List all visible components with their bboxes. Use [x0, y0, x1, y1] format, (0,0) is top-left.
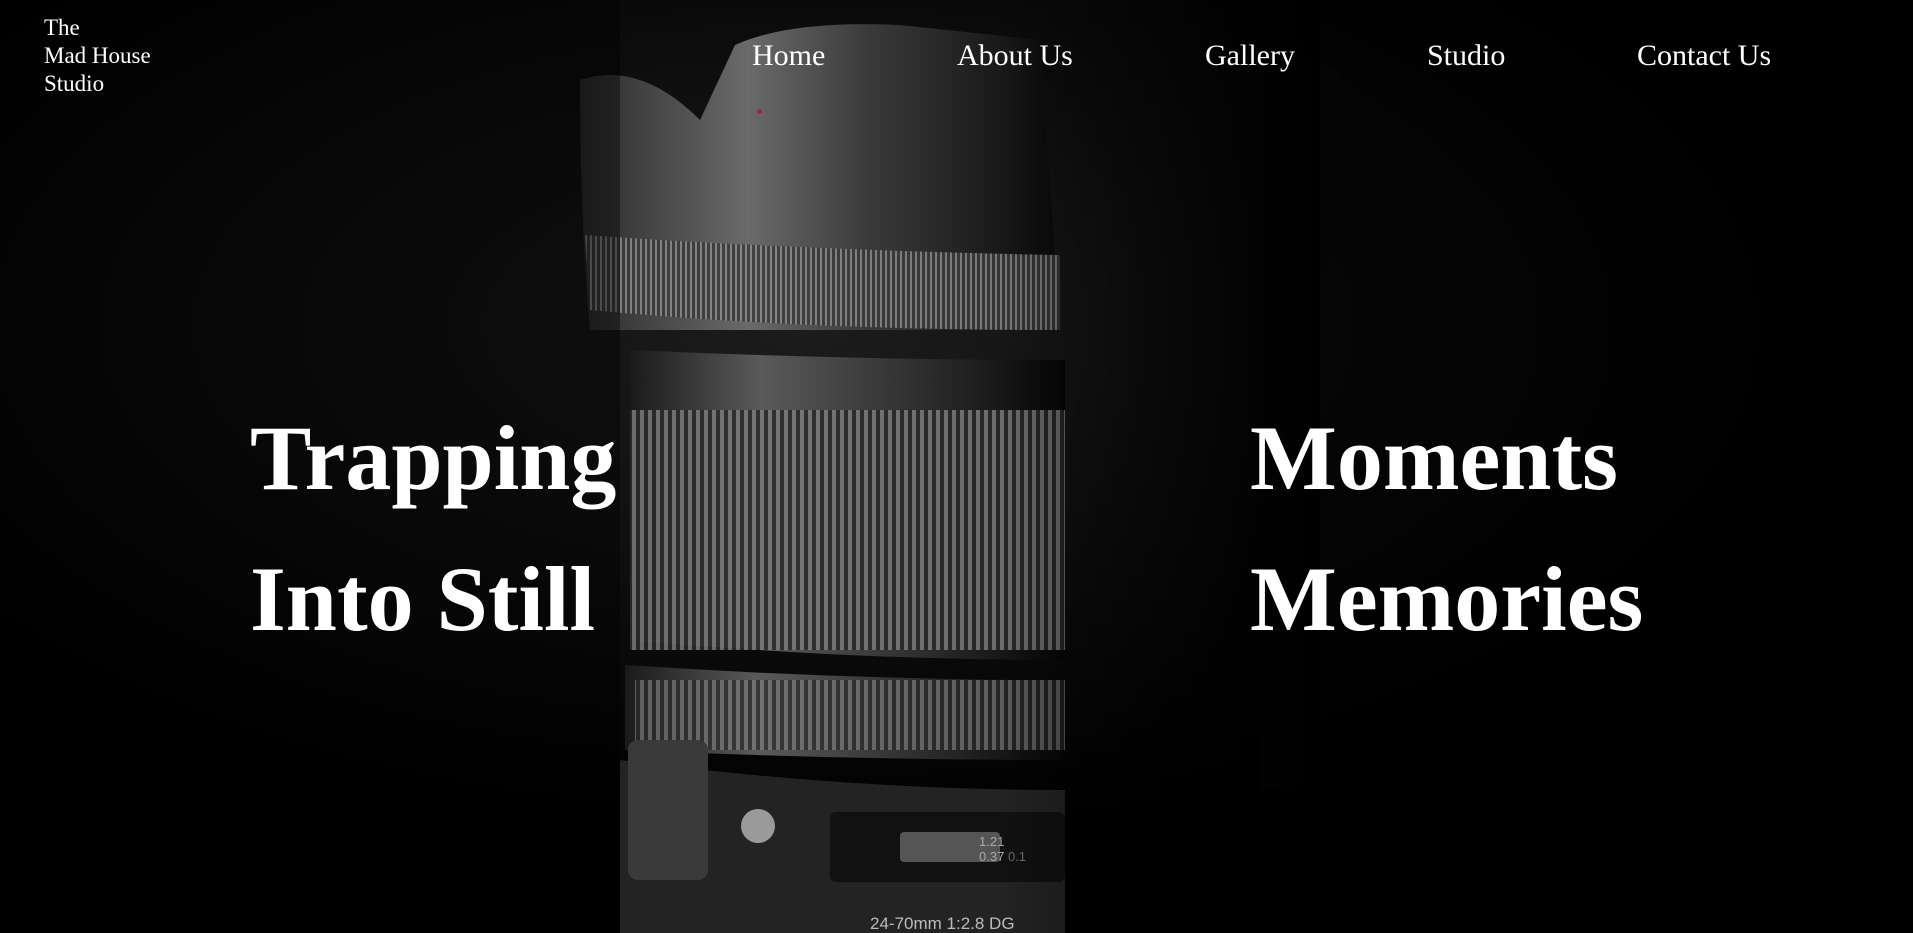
lens-focus-value-top: 1.21 — [979, 834, 1005, 849]
headline-left-line-2: Into Still — [250, 548, 596, 650]
lens-focus-value-bottom: 0.37 0.1 — [979, 849, 1027, 864]
cursor-indicator — [757, 109, 762, 114]
headline-right-line-2: Memories — [1250, 548, 1644, 650]
headline-right-line-1: Moments — [1250, 407, 1618, 509]
nav-link-studio[interactable]: Studio — [1427, 36, 1505, 76]
main-nav: Home About Us Gallery Studio Contact Us — [0, 36, 1913, 76]
nav-link-gallery[interactable]: Gallery — [1205, 36, 1295, 76]
page: 1.21 0.37 0.1 24-70mm 1:2.8 DG The Mad H… — [0, 0, 1913, 933]
lens-focus-scale: 1.21 0.37 0.1 — [979, 834, 1026, 864]
nav-link-about-us[interactable]: About Us — [957, 36, 1073, 76]
headline-left-line-1: Trapping — [250, 407, 617, 509]
lens-spec-label: 24-70mm 1:2.8 DG — [870, 914, 1015, 933]
nav-link-contact-us[interactable]: Contact Us — [1637, 36, 1771, 76]
nav-link-home[interactable]: Home — [752, 36, 825, 76]
